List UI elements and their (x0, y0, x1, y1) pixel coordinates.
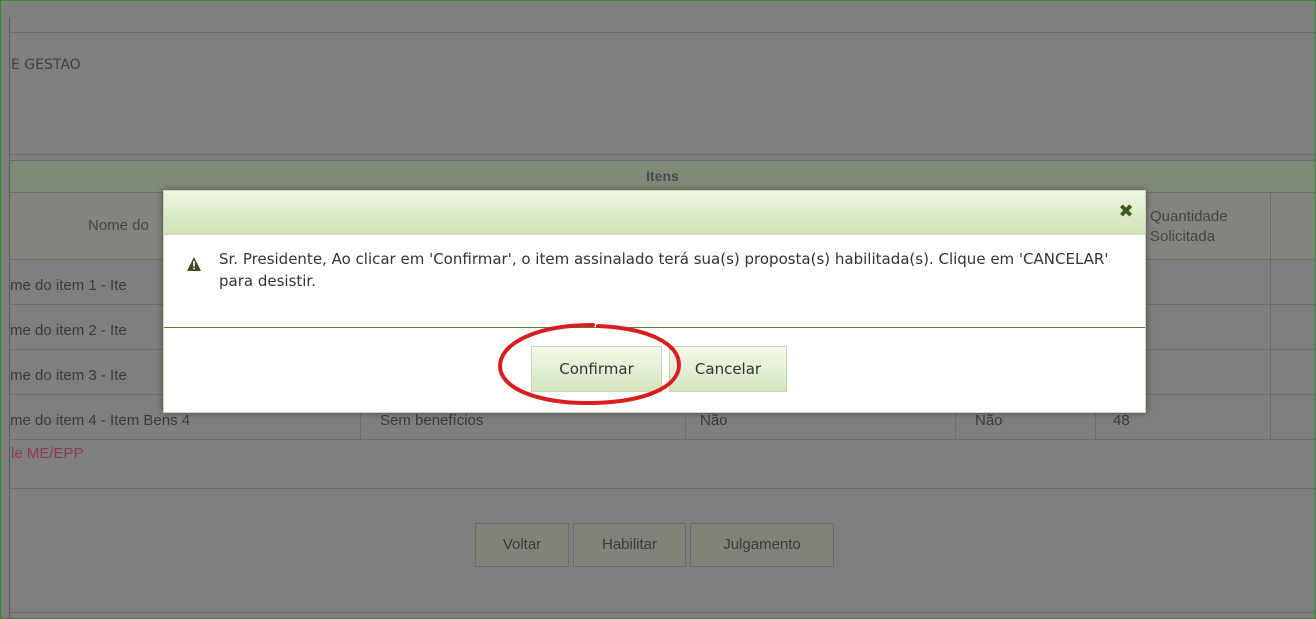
cell-divider (1270, 260, 1271, 304)
cell-divider (1270, 305, 1271, 349)
dialog-header: ✖ (164, 191, 1145, 235)
habilitar-button[interactable]: Habilitar (573, 523, 686, 567)
items-section-title: Itens (10, 160, 1315, 193)
item-name: me do item 2 - Ite (10, 322, 127, 339)
confirmation-dialog: ✖ Sr. Presidente, Ao clicar em 'Confirma… (163, 190, 1146, 413)
item-name: me do item 1 - Ite (10, 277, 127, 294)
item-col4: Não (975, 412, 1003, 429)
julgamento-button[interactable]: Julgamento (690, 523, 834, 567)
me-epp-label: le ME/EPP (11, 445, 84, 462)
divider-bottom (10, 612, 1315, 613)
dialog-separator (164, 327, 1145, 328)
confirm-button[interactable]: Confirmar (531, 346, 662, 392)
column-header-quantidade-2: Solicitada (1150, 228, 1216, 245)
column-divider (1270, 193, 1271, 259)
column-header-quantidade-1: Quantidade (1150, 208, 1228, 225)
item-beneficio: Sem benefícios (380, 412, 484, 429)
dialog-message: Sr. Presidente, Ao clicar em 'Confirmar'… (219, 250, 1109, 290)
cancel-button[interactable]: Cancelar (669, 346, 787, 392)
voltar-button[interactable]: Voltar (475, 523, 569, 567)
item-quantidade: 48 (1113, 412, 1130, 429)
item-name: me do item 3 - Ite (10, 367, 127, 384)
item-col3: Não (700, 412, 728, 429)
item-name: me do item 4 - Item Bens 4 (10, 412, 191, 429)
divider-header (10, 154, 1315, 155)
divider-top (10, 32, 1315, 33)
page-header-text: E GESTAO (11, 57, 81, 73)
close-icon[interactable]: ✖ (1117, 203, 1135, 221)
divider-actions (10, 488, 1315, 489)
cell-divider (1270, 350, 1271, 394)
warning-icon (187, 257, 201, 271)
cell-divider (1270, 395, 1271, 439)
column-header-nome: Nome do (88, 217, 149, 234)
